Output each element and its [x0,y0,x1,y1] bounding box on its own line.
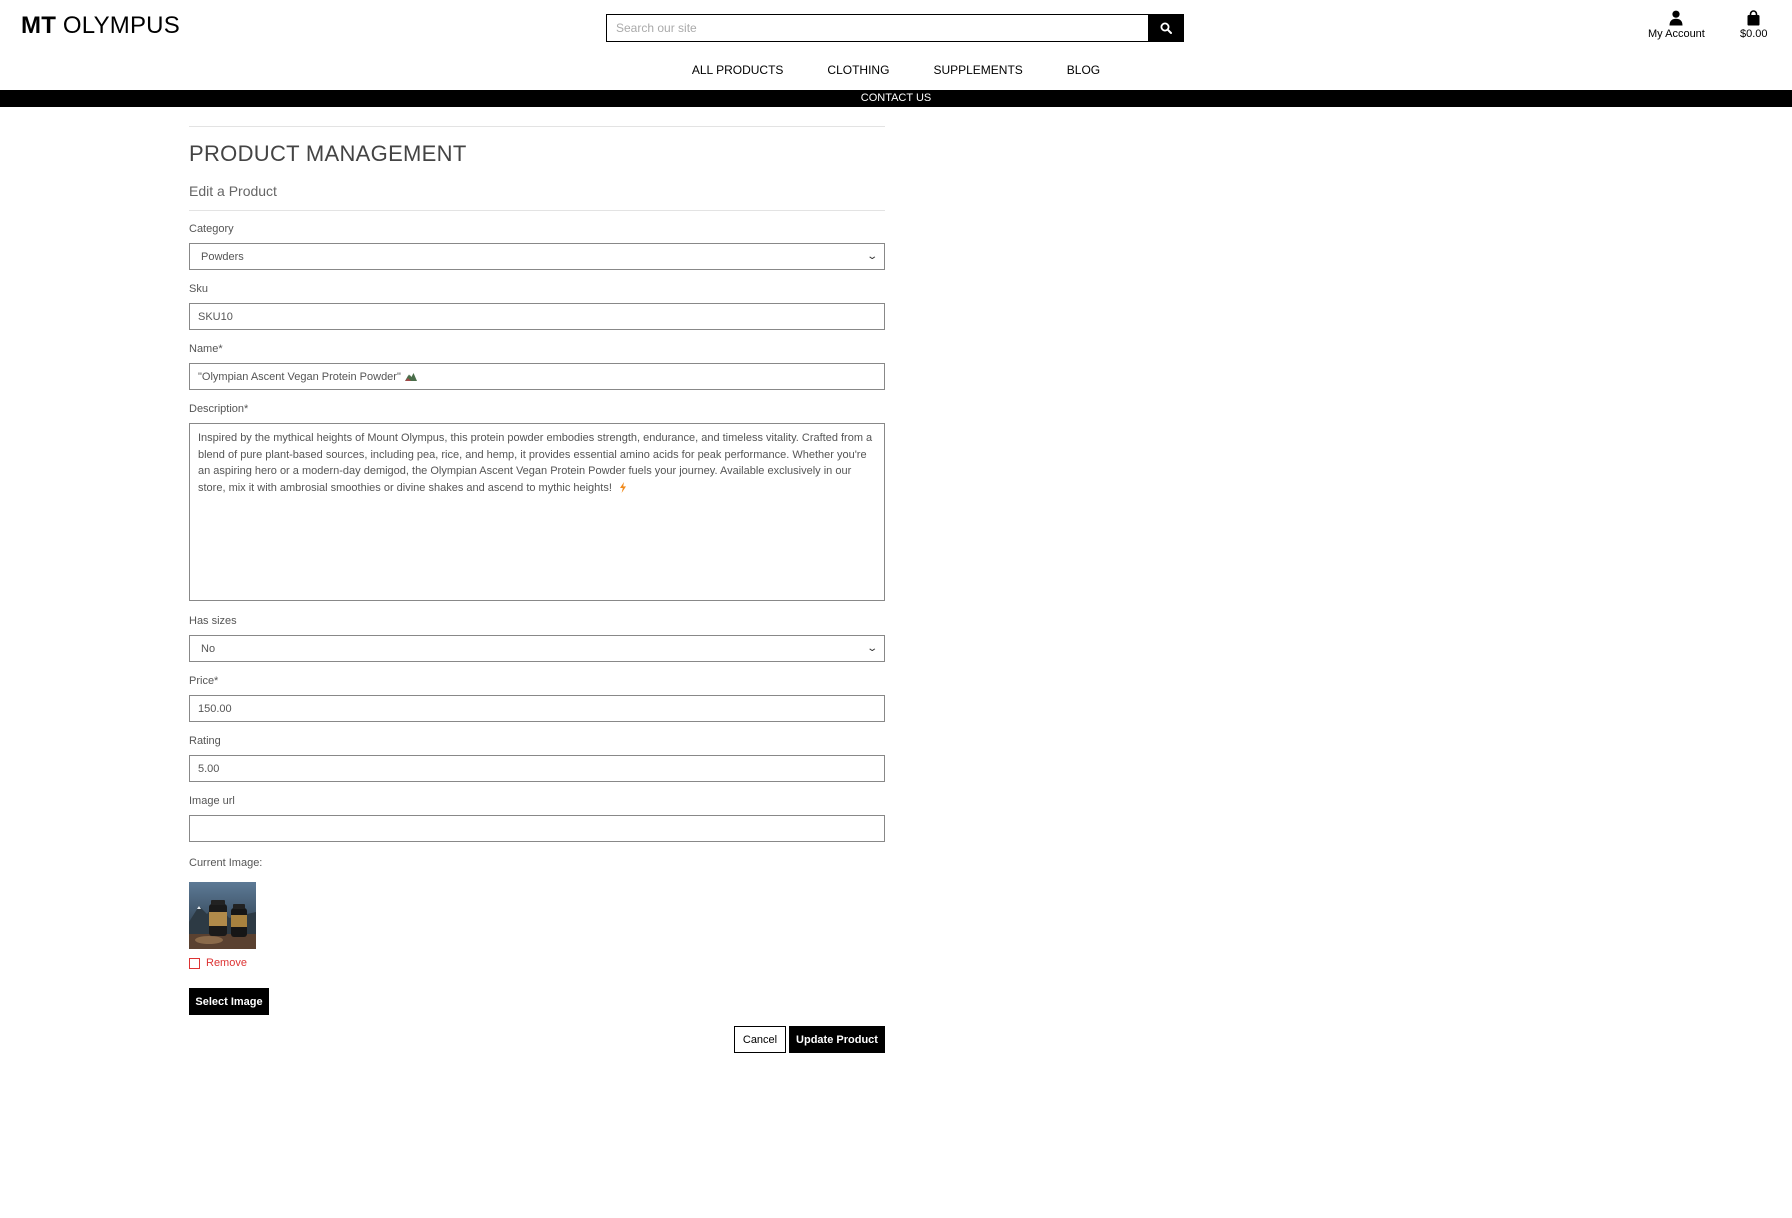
has-sizes-label: Has sizes [189,615,237,627]
update-product-button[interactable]: Update Product [789,1026,885,1053]
account-label: My Account [1648,28,1705,40]
name-input[interactable]: "Olympian Ascent Vegan Protein Powder" [189,363,885,390]
category-select[interactable]: Powders ⌄ [189,243,885,270]
has-sizes-select[interactable]: No ⌄ [189,635,885,662]
nav-supplements[interactable]: SUPPLEMENTS [933,63,1022,77]
product-image [189,882,256,949]
search-input[interactable] [606,14,1148,42]
main-nav: ALL PRODUCTS CLOTHING SUPPLEMENTS BLOG [0,63,1792,77]
search-icon [1160,22,1172,34]
nav-blog[interactable]: BLOG [1067,63,1100,77]
description-value: Inspired by the mythical heights of Moun… [198,432,873,494]
shopping-bag-icon [1747,10,1760,26]
logo-bold: MT [21,12,57,39]
rating-label: Rating [189,735,221,747]
remove-image-checkbox[interactable]: Remove [189,957,247,969]
category-label: Category [189,223,234,235]
current-image-label: Current Image: [189,857,263,869]
page-title: PRODUCT MANAGEMENT [189,141,467,166]
contact-us-link[interactable]: CONTACT US [0,90,1792,107]
search-button[interactable] [1148,14,1184,42]
sku-value: SKU10 [198,310,233,323]
shopping-bag-link[interactable]: $0.00 [1740,10,1768,40]
mountain-emoji-icon [404,373,417,381]
image-url-label: Image url [189,795,235,807]
sku-input[interactable]: SKU10 [189,303,885,330]
image-url-input[interactable] [189,815,885,842]
chevron-down-icon: ⌄ [865,251,878,262]
remove-label: Remove [206,957,247,969]
lightning-emoji-icon [619,482,626,494]
my-account-link[interactable]: My Account [1648,10,1705,40]
bag-total: $0.00 [1740,28,1768,40]
nav-clothing[interactable]: CLOTHING [827,63,889,77]
rating-input[interactable]: 5.00 [189,755,885,782]
product-management-panel: PRODUCT MANAGEMENT Edit a Product [189,126,885,211]
price-label: Price* [189,675,219,687]
nav-all-products[interactable]: ALL PRODUCTS [692,63,784,77]
rating-value: 5.00 [198,762,220,775]
has-sizes-value: No [201,642,216,655]
site-logo[interactable]: MT OLYMPUS [21,12,180,40]
name-label: Name* [189,343,223,355]
divider [189,126,885,127]
description-label: Description* [189,403,249,415]
remove-checkbox-box[interactable] [189,957,200,969]
select-image-button[interactable]: Select Image [189,988,269,1015]
search-bar [606,14,1184,42]
name-value: "Olympian Ascent Vegan Protein Powder" [198,370,401,383]
product-image-thumbnail[interactable] [189,882,256,949]
page-subtitle: Edit a Product [189,183,277,199]
description-textarea[interactable]: Inspired by the mythical heights of Moun… [189,423,885,601]
sku-label: Sku [189,283,208,295]
logo-rest: OLYMPUS [56,12,180,39]
price-input[interactable]: 150.00 [189,695,885,722]
divider [189,210,885,211]
chevron-down-icon: ⌄ [865,643,878,654]
cancel-button[interactable]: Cancel [734,1026,786,1053]
category-value: Powders [201,250,244,263]
price-value: 150.00 [198,702,232,715]
user-icon [1669,10,1683,26]
